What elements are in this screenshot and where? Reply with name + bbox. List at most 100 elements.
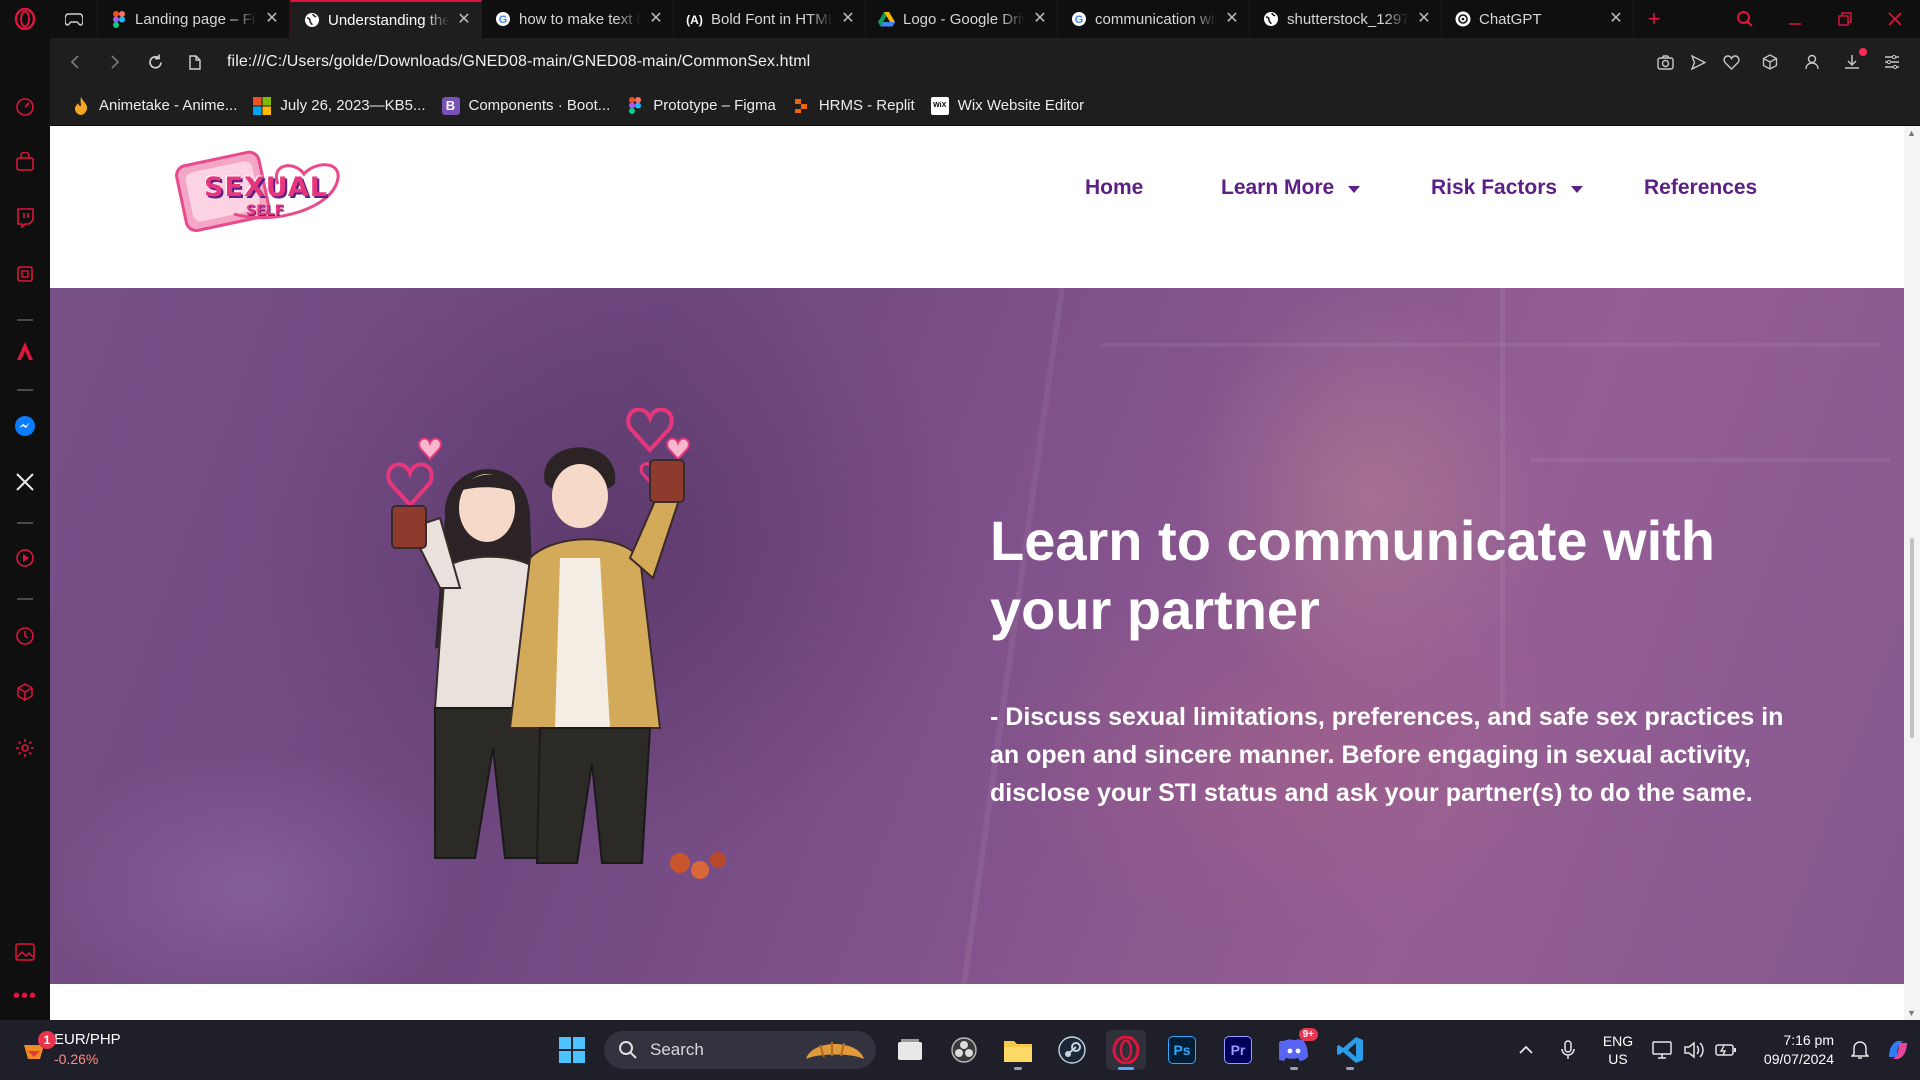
- nav-home-label: Home: [1085, 176, 1144, 199]
- tab-understanding[interactable]: Understanding the Common Sex ✕: [290, 0, 482, 38]
- close-icon[interactable]: ✕: [1417, 11, 1431, 27]
- window-controls: [1720, 0, 1920, 38]
- clock-time: 7:16 pm: [1783, 1032, 1834, 1048]
- wallpaper-icon[interactable]: [0, 934, 50, 970]
- close-icon[interactable]: ✕: [1609, 11, 1623, 27]
- clock[interactable]: 7:16 pm 09/07/2024: [1742, 1031, 1834, 1069]
- page-below-hero: [50, 984, 1904, 1020]
- search-placeholder: Search: [650, 1040, 704, 1059]
- tab-how-to-make-text[interactable]: G how to make text bold ✕: [482, 0, 674, 38]
- gx-control-icon[interactable]: [0, 256, 50, 292]
- speed-dial-icon[interactable]: [0, 88, 50, 124]
- back-button[interactable]: [55, 38, 95, 86]
- discord-icon[interactable]: 9+: [1274, 1028, 1318, 1070]
- close-icon[interactable]: ✕: [1225, 11, 1239, 27]
- language-bottom: US: [1608, 1051, 1628, 1067]
- close-icon[interactable]: ✕: [1033, 11, 1047, 27]
- bookmark-animetake[interactable]: Animetake - Anime...: [72, 96, 237, 115]
- messenger-icon[interactable]: [0, 408, 50, 444]
- steam-icon[interactable]: [1052, 1030, 1092, 1070]
- more-options-icon[interactable]: •••: [0, 978, 50, 1014]
- account-icon[interactable]: [1792, 38, 1832, 86]
- stock-widget[interactable]: 1 EUR/PHP -0.26%: [22, 1030, 121, 1068]
- task-view-icon[interactable]: [890, 1030, 930, 1070]
- camera-icon[interactable]: [1649, 38, 1682, 86]
- settings-icon[interactable]: [0, 730, 50, 766]
- globe-icon: [1262, 11, 1279, 28]
- twitch-icon[interactable]: [0, 200, 50, 236]
- chevron-up-icon[interactable]: [1506, 1020, 1546, 1080]
- copilot-icon[interactable]: [1876, 1020, 1920, 1080]
- download-icon[interactable]: [1832, 38, 1872, 86]
- microphone-icon[interactable]: [1546, 1020, 1590, 1080]
- tab-chatgpt[interactable]: ChatGPT ✕: [1442, 0, 1634, 38]
- new-tab-button[interactable]: +: [1634, 0, 1674, 38]
- heart-icon[interactable]: [1715, 38, 1748, 86]
- tab-shutterstock[interactable]: shutterstock_1297 ✕: [1250, 0, 1442, 38]
- send-icon[interactable]: [1682, 38, 1715, 86]
- sidebar-divider: [17, 522, 33, 524]
- replit-icon: [792, 97, 810, 115]
- x-twitter-icon[interactable]: [0, 464, 50, 500]
- obs-icon[interactable]: [944, 1030, 984, 1070]
- file-explorer-icon[interactable]: [998, 1030, 1038, 1070]
- tab-landing-page[interactable]: Landing page – Figma ✕: [98, 0, 290, 38]
- volume-icon[interactable]: [1678, 1020, 1710, 1080]
- tab-title: shutterstock_1297: [1287, 10, 1409, 28]
- search-tabs-icon[interactable]: [1720, 0, 1770, 38]
- sidebar-divider: [17, 389, 33, 391]
- taskbar-search[interactable]: Search: [604, 1031, 876, 1069]
- close-icon[interactable]: ✕: [265, 11, 279, 27]
- bookmark-replit[interactable]: HRMS - Replit: [792, 97, 915, 115]
- minimize-button[interactable]: [1770, 0, 1820, 38]
- site-logo[interactable]: SEXUAL SELF: [174, 148, 344, 234]
- shopping-bag-icon[interactable]: [0, 144, 50, 180]
- close-icon[interactable]: ✕: [649, 11, 663, 27]
- nav-learn-more[interactable]: Learn More: [1221, 176, 1361, 200]
- page-scrollbar[interactable]: ▲ ▼: [1904, 126, 1920, 1020]
- bookmark-wix[interactable]: WiX Wix Website Editor: [930, 96, 1084, 115]
- language-indicator[interactable]: ENG US: [1590, 1032, 1646, 1068]
- tab-communication[interactable]: G communication with partner ✕: [1058, 0, 1250, 38]
- bookmark-kb5[interactable]: July 26, 2023—KB5...: [253, 96, 426, 115]
- scrollbar-thumb[interactable]: [1910, 538, 1914, 738]
- svg-text:G: G: [498, 14, 507, 26]
- opera-gx-icon[interactable]: [1106, 1030, 1146, 1070]
- close-window-button[interactable]: [1870, 0, 1920, 38]
- history-icon[interactable]: [0, 618, 50, 654]
- nav-references[interactable]: References: [1644, 176, 1757, 200]
- premiere-icon[interactable]: Pr: [1218, 1030, 1258, 1070]
- gx-controller-icon[interactable]: [50, 0, 98, 38]
- forward-button[interactable]: [95, 38, 135, 86]
- easy-setup-icon[interactable]: [1872, 38, 1912, 86]
- battery-icon[interactable]: [1710, 1020, 1742, 1080]
- restore-button[interactable]: [1820, 0, 1870, 38]
- running-indicator: [1014, 1067, 1022, 1070]
- bookmark-bootstrap[interactable]: B Components · Boot...: [441, 96, 611, 115]
- bookmark-figma[interactable]: Prototype – Figma: [626, 97, 776, 115]
- vscode-icon[interactable]: [1330, 1030, 1370, 1070]
- aria-icon[interactable]: [0, 333, 50, 369]
- box-icon[interactable]: [1748, 38, 1792, 86]
- croissant-icon: [806, 1042, 864, 1059]
- url-field[interactable]: file:///C:/Users/golde/Downloads/GNED08-…: [227, 53, 1649, 71]
- reload-button[interactable]: [135, 38, 175, 86]
- scroll-down-icon[interactable]: ▼: [1907, 1008, 1916, 1018]
- photoshop-icon[interactable]: Ps: [1162, 1030, 1202, 1070]
- nav-home[interactable]: Home: [1085, 176, 1143, 200]
- tab-bold-font[interactable]: (A) Bold Font in HTML ✕: [674, 0, 866, 38]
- bookmark-label: Components · Boot...: [468, 97, 611, 114]
- network-icon[interactable]: [1646, 1020, 1678, 1080]
- player-icon[interactable]: [0, 540, 50, 576]
- logo-text-top: SEXUAL: [204, 172, 328, 203]
- windows-start-icon[interactable]: [552, 1030, 592, 1070]
- tab-logo-drive[interactable]: Logo - Google Drive ✕: [866, 0, 1058, 38]
- nav-risk-factors[interactable]: Risk Factors: [1431, 176, 1584, 200]
- close-icon[interactable]: ✕: [841, 11, 855, 27]
- notification-bell-icon[interactable]: [1844, 1020, 1876, 1080]
- file-icon[interactable]: [175, 38, 215, 86]
- opera-menu-icon[interactable]: [0, 0, 50, 38]
- close-icon[interactable]: ✕: [457, 12, 471, 28]
- scroll-up-icon[interactable]: ▲: [1907, 128, 1916, 138]
- extensions-icon[interactable]: [0, 674, 50, 710]
